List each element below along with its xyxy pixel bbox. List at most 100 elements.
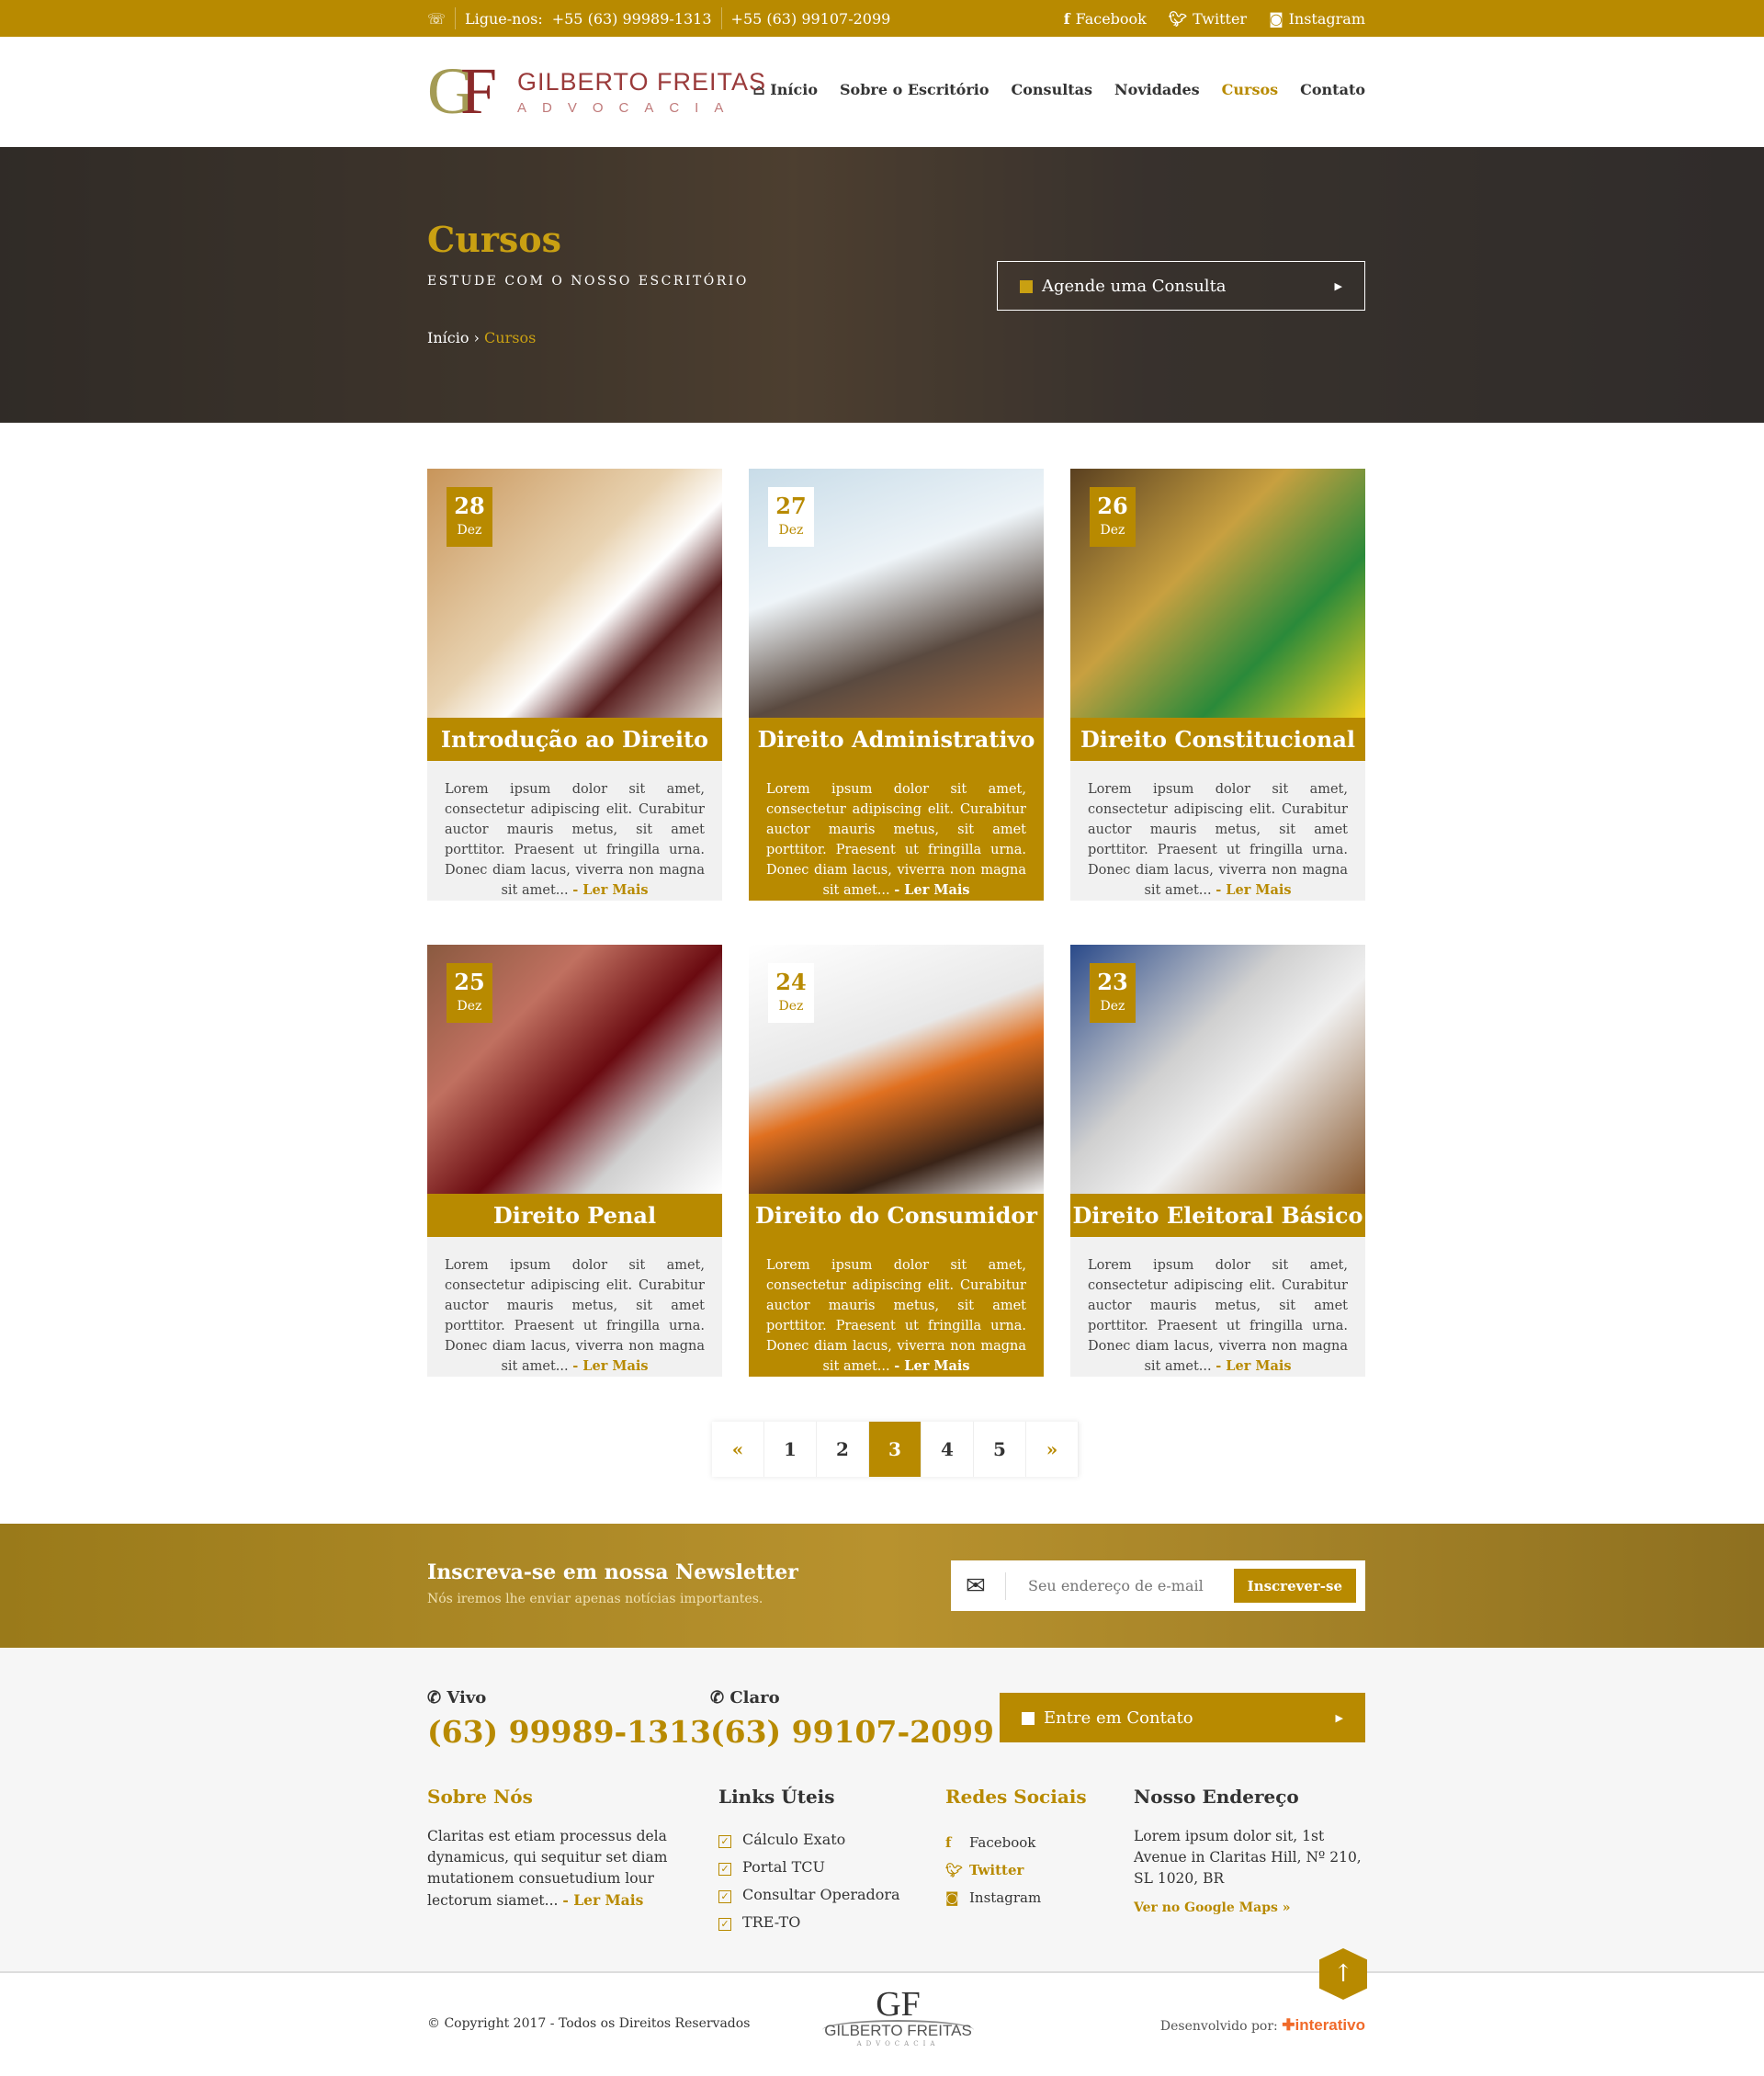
breadcrumb-current: Cursos <box>484 329 537 346</box>
page-3[interactable]: 3 <box>869 1422 922 1477</box>
link-label: Consultar Operadora <box>742 1886 900 1903</box>
interativo-logo[interactable]: ✚interativo <box>1282 2016 1365 2034</box>
date-day: 26 <box>1097 493 1128 519</box>
vivo-label: ✆ Vivo <box>427 1688 486 1707</box>
page-1[interactable]: 1 <box>764 1422 817 1477</box>
link-calculo[interactable]: ✓ Cálculo Exato <box>718 1826 900 1854</box>
links-title: Links Úteis <box>718 1786 835 1808</box>
newsletter-subtitle: Nós iremos lhe enviar apenas notícias im… <box>427 1592 763 1606</box>
breadcrumb-home[interactable]: Início <box>427 329 469 346</box>
phone-2[interactable]: +55 (63) 99107-2099 <box>731 10 891 28</box>
course-card[interactable]: 28 Dez Introdução ao Direito Lorem ipsum … <box>427 469 722 901</box>
course-card[interactable]: 26 Dez Direito Constitucional Lorem ipsum… <box>1070 469 1365 901</box>
claro-number[interactable]: (63) 99107-2099 <box>710 1714 994 1750</box>
phone-1[interactable]: +55 (63) 99989-1313 <box>552 10 712 28</box>
date-month: Dez <box>778 523 804 538</box>
course-card[interactable]: 25 Dez Direito Penal Lorem ipsum dolor si… <box>427 945 722 1377</box>
read-more-link[interactable]: - Ler Mais <box>894 1358 969 1374</box>
date-day: 28 <box>454 493 485 519</box>
excerpt-text: Lorem ipsum dolor sit amet, consectetur … <box>766 1258 1026 1374</box>
link-tcu[interactable]: ✓ Portal TCU <box>718 1854 900 1881</box>
course-title[interactable]: Direito do Consumidor <box>749 1194 1044 1237</box>
facebook-icon: f <box>1063 9 1070 28</box>
subscribe-button[interactable]: Inscrever-se <box>1233 1569 1356 1603</box>
footer-logo[interactable]: GF GILBERTO FREITAS ADVOCACIA <box>822 1985 974 2048</box>
contact-button[interactable]: Entre em Contato ▶ <box>1000 1693 1365 1742</box>
course-title[interactable]: Direito Eleitoral Básico <box>1070 1194 1365 1237</box>
email-input[interactable] <box>1028 1577 1234 1594</box>
course-title[interactable]: Direito Administrativo <box>749 718 1044 761</box>
date-month: Dez <box>1100 523 1125 538</box>
date-day: 27 <box>775 493 807 519</box>
date-day: 23 <box>1097 969 1128 995</box>
date-badge: 28 Dez <box>447 487 492 547</box>
excerpt-text: Lorem ipsum dolor sit amet, consectetur … <box>1088 782 1348 898</box>
twitter-link[interactable]: 🐦︎ Twitter <box>1169 10 1247 28</box>
instagram-icon: ◙ <box>945 1889 959 1906</box>
social-label: Instagram <box>969 1889 1042 1906</box>
course-card[interactable]: 24 Dez Direito do Consumidor Lorem ipsum … <box>749 945 1044 1377</box>
logo[interactable]: GF GILBERTO FREITAS ADVOCACIA <box>427 54 766 128</box>
next-page[interactable]: » <box>1026 1422 1079 1477</box>
course-title[interactable]: Introdução ao Direito <box>427 718 722 761</box>
newsletter-title: Inscreva-se em nossa Newsletter <box>427 1560 798 1584</box>
phone-icon: ✆ <box>710 1688 730 1707</box>
check-icon: ✓ <box>718 1863 731 1876</box>
logo-mark: GF <box>427 54 498 128</box>
nav-consultas[interactable]: Consultas <box>1012 81 1093 98</box>
course-image[interactable]: 25 Dez <box>427 945 722 1194</box>
page-4[interactable]: 4 <box>922 1422 974 1477</box>
course-card[interactable]: 23 Dez Direito Eleitoral Básico Lorem ips… <box>1070 945 1365 1377</box>
about-more-link[interactable]: - Ler Mais <box>562 1891 643 1909</box>
plus-icon: ✚ <box>1282 2016 1295 2034</box>
course-image[interactable]: 26 Dez <box>1070 469 1365 718</box>
vivo-number[interactable]: (63) 99989-1313 <box>427 1714 711 1750</box>
nav-inicio[interactable]: ⌂ Início <box>752 81 818 98</box>
course-image[interactable]: 23 Dez <box>1070 945 1365 1194</box>
course-title[interactable]: Direito Constitucional <box>1070 718 1365 761</box>
excerpt-text: Lorem ipsum dolor sit amet, consectetur … <box>1088 1258 1348 1374</box>
prev-page[interactable]: « <box>712 1422 764 1477</box>
course-title[interactable]: Direito Penal <box>427 1194 722 1237</box>
date-month: Dez <box>778 999 804 1014</box>
schedule-button[interactable]: Agende uma Consulta ▶ <box>997 261 1365 311</box>
date-badge: 24 Dez <box>768 963 814 1023</box>
read-more-link[interactable]: - Ler Mais <box>1216 882 1291 898</box>
home-icon: ⌂ <box>752 81 771 98</box>
course-image[interactable]: 28 Dez <box>427 469 722 718</box>
social-label: Facebook <box>969 1834 1036 1851</box>
footer-twitter[interactable]: 🐦︎ Twitter <box>945 1856 1041 1884</box>
read-more-link[interactable]: - Ler Mais <box>1216 1358 1291 1374</box>
read-more-link[interactable]: - Ler Mais <box>572 882 648 898</box>
instagram-link[interactable]: ◙ Instagram <box>1269 10 1365 28</box>
about-text: Claritas est etiam processus dela dynami… <box>427 1826 675 1912</box>
check-icon: ✓ <box>718 1890 731 1903</box>
address-text: Lorem ipsum dolor sit, 1st Avenue in Cla… <box>1134 1828 1362 1887</box>
nav-sobre[interactable]: Sobre o Escritório <box>840 81 989 98</box>
footer-instagram[interactable]: ◙ Instagram <box>945 1884 1041 1912</box>
footer-logo-name: GILBERTO FREITAS <box>822 2020 974 2040</box>
pagination: « 1 2 3 4 5 » <box>712 1422 1079 1477</box>
read-more-link[interactable]: - Ler Mais <box>894 882 969 898</box>
link-operadora[interactable]: ✓ Consultar Operadora <box>718 1881 900 1909</box>
page-2[interactable]: 2 <box>817 1422 869 1477</box>
about-title: Sobre Nós <box>427 1786 533 1808</box>
footer-logo-mark: GF <box>876 1985 921 2024</box>
twitter-icon: 🐦︎ <box>1168 9 1188 28</box>
course-image[interactable]: 27 Dez <box>749 469 1044 718</box>
page-5[interactable]: 5 <box>974 1422 1026 1477</box>
facebook-link[interactable]: f Facebook <box>1064 10 1147 28</box>
social-title: Redes Sociais <box>945 1786 1087 1808</box>
page-title: Cursos <box>427 219 562 260</box>
nav-cursos[interactable]: Cursos <box>1222 81 1278 98</box>
nav-novidades[interactable]: Novidades <box>1114 81 1200 98</box>
link-tre[interactable]: ✓ TRE-TO <box>718 1909 900 1936</box>
course-image[interactable]: 24 Dez <box>749 945 1044 1194</box>
footer-facebook[interactable]: f Facebook <box>945 1829 1041 1856</box>
nav-contato[interactable]: Contato <box>1300 81 1365 98</box>
course-card[interactable]: 27 Dez Direito Administrativo Lorem ipsum… <box>749 469 1044 901</box>
date-month: Dez <box>1100 999 1125 1014</box>
course-excerpt: Lorem ipsum dolor sit amet, consectetur … <box>427 761 722 901</box>
read-more-link[interactable]: - Ler Mais <box>572 1358 648 1374</box>
google-maps-link[interactable]: Ver no Google Maps » <box>1134 1900 1291 1915</box>
